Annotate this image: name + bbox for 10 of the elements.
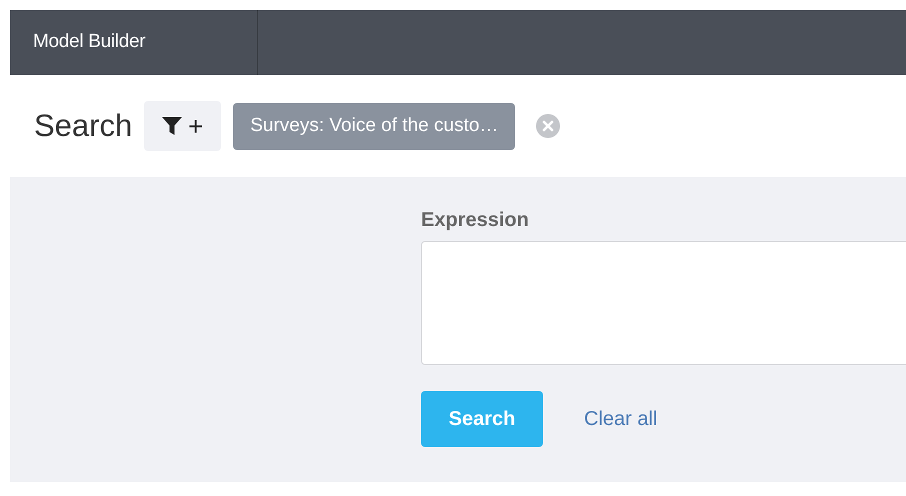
filter-icon <box>162 117 182 135</box>
expression-label: Expression <box>421 208 529 233</box>
expression-field[interactable] <box>421 241 906 365</box>
clear-all-link[interactable]: Clear all <box>584 404 658 434</box>
search-heading: Search <box>34 106 132 145</box>
app-title: Model Builder <box>33 30 146 54</box>
add-filter-button[interactable]: + <box>144 101 222 151</box>
search-button[interactable]: Search <box>421 391 543 447</box>
filter-chip[interactable]: Surveys: Voice of the custo… <box>233 102 516 150</box>
remove-icon[interactable] <box>536 114 560 138</box>
